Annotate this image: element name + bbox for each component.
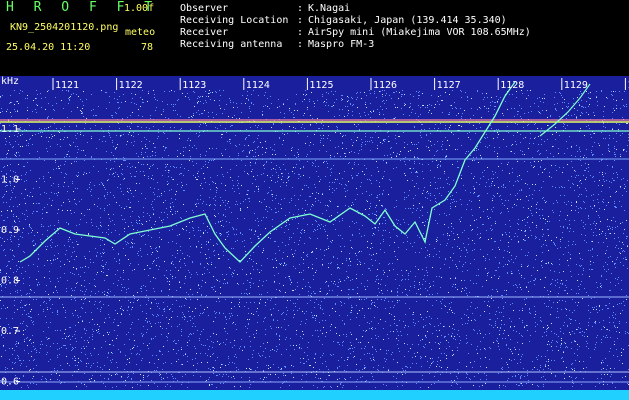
x-tick-label: 1126: [373, 80, 397, 91]
antenna-label: Receiving antenna: [180, 39, 283, 50]
y-unit-label: kHz: [1, 76, 19, 87]
x-tick-label: 1123: [182, 80, 206, 91]
x-tick-label: 1125: [309, 80, 333, 91]
observer-label: Observer: [180, 3, 229, 14]
antenna-value: Maspro FM-3: [308, 39, 375, 50]
header-bar: H R O F F T 1.00f KN9_2504201120.png met…: [0, 0, 629, 76]
x-tick-label: 1129: [564, 80, 588, 91]
receiver-separator: :: [297, 27, 304, 38]
observer-separator: :: [297, 3, 304, 14]
receiver-value: AirSpy mini (Miakejima VOR 108.65MHz): [308, 27, 531, 38]
antenna-separator: :: [297, 39, 304, 50]
meteo-label: meteo: [125, 27, 156, 38]
spectrogram: 1121112211231124112511261127112811291130…: [0, 76, 629, 400]
filename-label: KN9_2504201120.png: [10, 22, 119, 33]
meteor-count: 78: [141, 42, 154, 53]
x-tick-label: 1122: [119, 80, 143, 91]
location-value: Chigasaki, Japan (139.414 35.340): [308, 15, 507, 26]
receiver-label: Receiver: [180, 27, 229, 38]
observer-value: K.Nagai: [308, 3, 351, 14]
location-separator: :: [297, 15, 304, 26]
version-label: 1.00f: [124, 3, 155, 14]
x-tick-label: 1128: [500, 80, 524, 91]
x-tick-label: 1124: [246, 80, 270, 91]
datetime-label: 25.04.20 11:20: [6, 42, 91, 53]
location-label: Receiving Location: [180, 15, 289, 26]
bottom-band: [0, 390, 629, 400]
x-tick-label: 1121: [55, 80, 79, 91]
x-tick-label: 1127: [437, 80, 461, 91]
